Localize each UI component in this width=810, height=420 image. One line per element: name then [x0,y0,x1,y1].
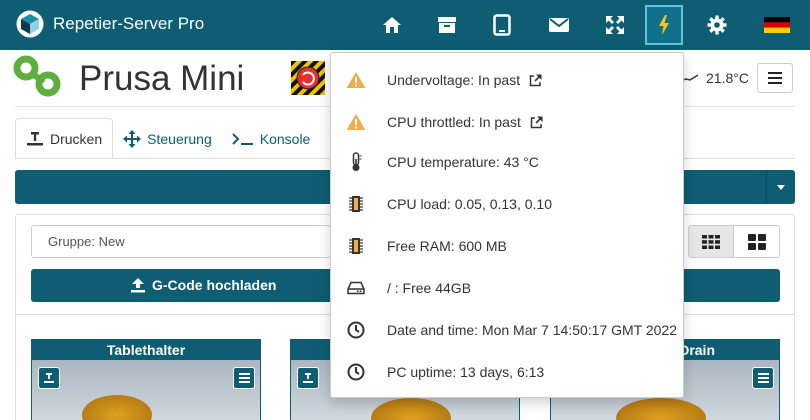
hard-drive-icon [345,277,367,299]
hamburger-icon [757,373,769,383]
uptime-item: PC uptime: 13 days, 6:13 [331,351,683,393]
card-preview [32,360,260,420]
fullscreen-icon [606,16,624,34]
top-navbar: Repetier-Server Pro [0,0,810,50]
repetier-logo-icon [16,10,44,38]
grid-small-view-button[interactable] [688,225,734,258]
tab-label: Konsole [259,130,311,147]
clock-icon [345,319,367,341]
temperature-display: 21.8°C [680,64,749,92]
split-divider [766,170,767,204]
archive-button[interactable] [428,5,466,45]
home-button[interactable] [373,5,411,45]
cpu-load-item: CPU load: 0.05, 0.13, 0.10 [331,183,683,225]
memory-icon [345,235,367,257]
card-title: Tablethalter [32,340,260,360]
disk-item: / : Free 44GB [331,267,683,309]
card-menu-button[interactable] [752,367,774,389]
printer-menu-button[interactable] [757,63,793,93]
archive-icon [438,17,456,33]
view-toggle [688,225,780,258]
printer-name: Prusa Mini [79,59,245,98]
model-preview [371,398,451,420]
free-ram-item: Free RAM: 600 MB [331,225,683,267]
gear-icon [707,15,727,35]
envelope-icon [549,18,569,32]
external-link-icon[interactable] [529,73,542,87]
caret-down-icon[interactable] [777,185,785,190]
printer-link-icon [13,55,61,97]
cpu-load-text: CPU load: 0.05, 0.13, 0.10 [387,196,552,212]
gcode-card[interactable]: Tablethalter [31,339,261,420]
undervoltage-text: Undervoltage: In past [387,72,521,88]
model-preview [616,398,706,420]
print-icon [27,131,43,145]
datetime-text: Date and time: Mon Mar 7 14:50:17 GMT 20… [387,322,678,338]
hamburger-icon [768,72,782,84]
upload-label: G-Code hochladen [152,277,277,293]
upload-label-wrap: G-Code hochladen [130,277,276,293]
microchip-icon [345,193,367,215]
thermometer-icon [345,151,367,173]
datetime-item: Date and time: Mon Mar 7 14:50:17 GMT 20… [331,309,683,351]
app-name: Repetier-Server Pro [53,14,205,33]
grid-large-icon [747,233,766,250]
fullscreen-button[interactable] [596,5,634,45]
print-icon [303,373,313,383]
tab-label: Drucken [50,130,103,147]
printer-tabs: Drucken Steuerung Konsole [15,118,320,159]
card-print-button[interactable] [38,367,60,389]
tab-steuerung[interactable]: Steuerung [113,118,222,159]
cpu-throttled-text: CPU throttled: In past [387,114,521,130]
external-link-icon[interactable] [530,115,543,129]
print-icon [44,373,54,383]
disk-text: / : Free 44GB [387,280,472,296]
clock-icon [345,361,367,383]
cpu-throttled-item[interactable]: CPU throttled: In past [331,101,683,143]
terminal-icon [232,132,253,145]
tab-konsole[interactable]: Konsole [222,118,321,159]
tab-drucken[interactable]: Drucken [15,118,114,159]
undervoltage-item[interactable]: Undervoltage: In past [331,59,683,101]
bolt-icon [659,15,669,35]
system-info-button[interactable] [645,5,683,45]
emergency-stop-icon[interactable] [291,61,325,95]
hamburger-icon [238,373,250,383]
tablet-button[interactable] [483,5,521,45]
group-select[interactable]: Gruppe: New [31,225,331,258]
warning-icon [345,69,367,91]
tablet-icon [493,14,511,36]
card-menu-button[interactable] [233,367,255,389]
cpu-temperature-text: CPU temperature: 43 °C [387,154,539,170]
warning-icon [345,111,367,133]
settings-button[interactable] [698,5,736,45]
model-preview [82,395,152,420]
free-ram-text: Free RAM: 600 MB [387,238,507,254]
system-info-dropdown: Undervoltage: In past CPU throttled: In … [330,52,684,398]
tab-label: Steuerung [147,130,212,147]
uptime-text: PC uptime: 13 days, 6:13 [387,364,545,380]
move-arrows-icon [123,129,142,148]
brand[interactable]: Repetier-Server Pro [16,10,204,38]
grid-small-icon [702,234,720,249]
cpu-temperature-item: CPU temperature: 43 °C [331,141,683,183]
grid-large-view-button[interactable] [734,225,780,258]
messages-button[interactable] [540,5,578,45]
language-button[interactable] [758,5,796,45]
temperature-value: 21.8°C [706,70,749,86]
card-print-button[interactable] [297,367,319,389]
german-flag-icon [764,17,790,33]
upload-icon [131,278,145,293]
home-icon [383,17,401,33]
